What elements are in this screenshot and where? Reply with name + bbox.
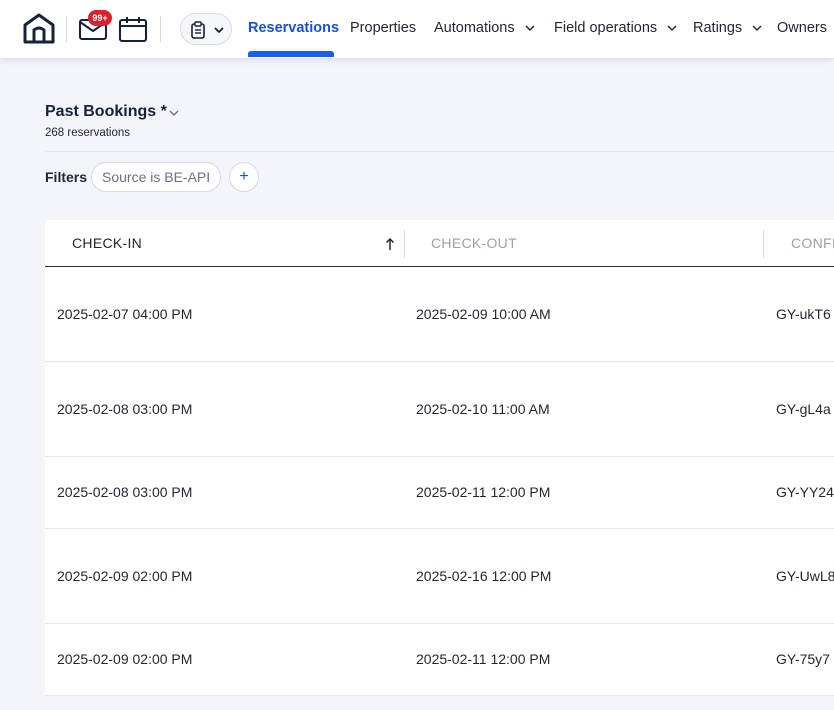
check-out-cell: 2025-02-09 10:00 AM bbox=[416, 306, 551, 322]
nav-label: Reservations bbox=[248, 20, 340, 36]
chevron-down-icon[interactable] bbox=[168, 108, 180, 118]
confirmation-cell: GY-UwL8 bbox=[776, 568, 834, 584]
calendar-icon[interactable] bbox=[118, 15, 148, 43]
column-resize-handle[interactable] bbox=[763, 230, 764, 258]
filters-label: Filters bbox=[45, 169, 88, 185]
column-resize-handle[interactable] bbox=[404, 230, 405, 258]
nav-label: Properties bbox=[350, 20, 417, 36]
nav-label: Ratings bbox=[693, 20, 743, 36]
column-header-check-out[interactable]: CHECK-OUT bbox=[431, 235, 517, 251]
filter-chip[interactable]: Source is BE-API bbox=[91, 162, 222, 192]
check-in-cell: 2025-02-08 03:00 PM bbox=[57, 401, 193, 417]
table-footer-area bbox=[45, 696, 834, 710]
clipboard-menu-button[interactable] bbox=[180, 13, 232, 45]
check-out-cell: 2025-02-10 11:00 AM bbox=[416, 401, 550, 417]
nav-label: Owners bbox=[777, 20, 827, 36]
column-header-check-in[interactable]: CHECK-IN bbox=[72, 235, 142, 251]
clipboard-icon bbox=[191, 21, 205, 39]
table-row[interactable]: 2025-02-07 04:00 PM 2025-02-09 10:00 AM … bbox=[45, 267, 834, 362]
nav-reservations[interactable]: Reservations bbox=[248, 0, 339, 58]
nav-owners[interactable]: Owners bbox=[777, 0, 827, 58]
confirmation-cell: GY-ukT6 bbox=[776, 306, 831, 322]
confirmation-cell: GY-75y7 bbox=[776, 651, 830, 667]
confirmation-cell: GY-YY24 bbox=[776, 484, 834, 500]
divider bbox=[45, 151, 834, 152]
nav-label: Automations bbox=[434, 20, 515, 36]
notification-badge: 99+ bbox=[88, 10, 112, 26]
check-in-cell: 2025-02-08 03:00 PM bbox=[57, 484, 193, 500]
nav-automations[interactable]: Automations bbox=[434, 0, 535, 58]
chevron-down-icon bbox=[667, 25, 677, 32]
reservation-count: 268 reservations bbox=[45, 127, 131, 139]
nav-ratings[interactable]: Ratings bbox=[693, 0, 762, 58]
divider bbox=[160, 16, 161, 42]
nav-properties[interactable]: Properties bbox=[350, 0, 416, 58]
check-out-cell: 2025-02-11 12:00 PM bbox=[416, 484, 551, 500]
check-in-cell: 2025-02-09 02:00 PM bbox=[57, 568, 193, 584]
chevron-down-icon bbox=[525, 25, 535, 32]
confirmation-cell: GY-gL4a bbox=[776, 401, 831, 417]
column-header-confirmation[interactable]: CONFI bbox=[791, 235, 834, 251]
check-out-cell: 2025-02-16 12:00 PM bbox=[416, 568, 552, 584]
table-row[interactable]: 2025-02-09 02:00 PM 2025-02-16 12:00 PM … bbox=[45, 529, 834, 624]
active-tab-indicator bbox=[248, 51, 334, 57]
table-row[interactable]: 2025-02-09 02:00 PM 2025-02-11 12:00 PM … bbox=[45, 624, 834, 696]
check-in-cell: 2025-02-07 04:00 PM bbox=[57, 306, 193, 322]
divider bbox=[66, 16, 67, 42]
view-title[interactable]: Past Bookings * bbox=[45, 103, 167, 121]
check-out-cell: 2025-02-11 12:00 PM bbox=[416, 651, 551, 667]
chevron-down-icon bbox=[752, 25, 762, 32]
nav-label: Field operations bbox=[554, 20, 658, 36]
home-logo-icon[interactable] bbox=[22, 12, 56, 44]
top-navigation-bar: 99+ Reservations Properties Automations … bbox=[0, 0, 834, 58]
nav-field-operations[interactable]: Field operations bbox=[554, 0, 677, 58]
add-filter-button[interactable]: + bbox=[229, 162, 259, 192]
table-header: CHECK-IN CHECK-OUT CONFI bbox=[45, 220, 834, 267]
chevron-down-icon bbox=[214, 27, 224, 34]
table-row[interactable]: 2025-02-08 03:00 PM 2025-02-10 11:00 AM … bbox=[45, 362, 834, 457]
check-in-cell: 2025-02-09 02:00 PM bbox=[57, 651, 193, 667]
sort-ascending-icon[interactable] bbox=[385, 236, 395, 252]
table-row[interactable]: 2025-02-08 03:00 PM 2025-02-11 12:00 PM … bbox=[45, 457, 834, 529]
reservations-table: CHECK-IN CHECK-OUT CONFI 2025-02-07 04:0… bbox=[45, 220, 834, 710]
